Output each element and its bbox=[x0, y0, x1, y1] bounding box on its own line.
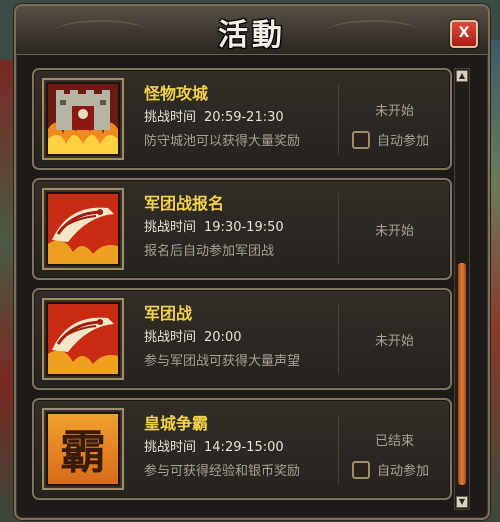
activity-thumbnail bbox=[42, 298, 124, 380]
activity-list: 怪物攻城 挑战时间 20:59-21:30 防守城池可以获得大量奖励 未开始 自动… bbox=[32, 68, 452, 508]
ba-character-text: 霸 bbox=[60, 425, 106, 479]
title-bar: 活動 X bbox=[16, 6, 488, 55]
activity-time-row: 挑战时间 19:30-19:50 bbox=[144, 216, 284, 235]
activity-time-row: 挑战时间 20:00 bbox=[144, 326, 241, 345]
time-label: 挑战时间 bbox=[144, 110, 197, 125]
time-label: 挑战时间 bbox=[144, 220, 197, 235]
dragon-banner-icon bbox=[48, 304, 118, 374]
close-button[interactable]: X bbox=[450, 20, 478, 48]
auto-join-label: 自动参加 bbox=[377, 464, 430, 479]
activity-status: 未开始 bbox=[374, 104, 414, 119]
window-title: 活動 bbox=[218, 18, 286, 53]
castle-siege-icon bbox=[48, 84, 118, 154]
auto-join-label: 自动参加 bbox=[377, 134, 430, 149]
activity-thumbnail bbox=[42, 188, 124, 270]
time-label: 挑战时间 bbox=[144, 330, 197, 345]
time-value: 20:00 bbox=[204, 330, 242, 345]
activity-card[interactable]: 军团战 挑战时间 20:00 参与军团战可获得大量声望 未开始 bbox=[32, 288, 452, 390]
activity-status: 未开始 bbox=[374, 334, 414, 349]
auto-join-checkbox[interactable] bbox=[352, 130, 370, 149]
activity-name: 军团战 bbox=[144, 304, 193, 323]
activity-thumbnail: 霸 bbox=[42, 408, 124, 490]
time-value: 20:59-21:30 bbox=[204, 110, 284, 125]
auto-join-toggle[interactable]: 自动参加 bbox=[352, 130, 429, 149]
ba-character-icon: 霸 bbox=[48, 414, 118, 484]
activity-status: 未开始 bbox=[374, 224, 414, 239]
activity-description: 防守城池可以获得大量奖励 bbox=[144, 134, 301, 149]
card-divider bbox=[338, 84, 339, 154]
activity-description: 报名后自动参加军团战 bbox=[144, 244, 275, 259]
activity-window: 活動 X 怪物攻城 挑战时间 20:59-21:30 防守城池可以获得大量奖励 … bbox=[14, 4, 490, 520]
auto-join-toggle[interactable]: 自动参加 bbox=[352, 460, 429, 479]
activity-time-row: 挑战时间 14:29-15:00 bbox=[144, 436, 284, 455]
activity-name: 怪物攻城 bbox=[144, 84, 209, 103]
activity-name: 皇城争霸 bbox=[144, 414, 209, 433]
scroll-thumb[interactable] bbox=[458, 263, 466, 485]
scroll-up-icon[interactable]: ▲ bbox=[456, 70, 468, 82]
auto-join-checkbox[interactable] bbox=[352, 460, 370, 479]
activity-card[interactable]: 军团战报名 挑战时间 19:30-19:50 报名后自动参加军团战 未开始 bbox=[32, 178, 452, 280]
activity-time-row: 挑战时间 20:59-21:30 bbox=[144, 106, 284, 125]
activity-status: 已结束 bbox=[374, 434, 414, 449]
time-value: 14:29-15:00 bbox=[204, 440, 284, 455]
time-value: 19:30-19:50 bbox=[204, 220, 284, 235]
activity-card[interactable]: 霸 皇城争霸 挑战时间 14:29-15:00 参与可获得经验和银币奖励 已结束 … bbox=[32, 398, 452, 500]
activity-card[interactable]: 怪物攻城 挑战时间 20:59-21:30 防守城池可以获得大量奖励 未开始 自动… bbox=[32, 68, 452, 170]
card-divider bbox=[338, 414, 339, 484]
activity-description: 参与军团战可获得大量声望 bbox=[144, 354, 301, 369]
activity-description: 参与可获得经验和银币奖励 bbox=[144, 464, 301, 479]
activity-thumbnail bbox=[42, 78, 124, 160]
time-label: 挑战时间 bbox=[144, 440, 197, 455]
dragon-banner-icon bbox=[48, 194, 118, 264]
activity-name: 军团战报名 bbox=[144, 194, 225, 213]
scroll-down-icon[interactable]: ▼ bbox=[456, 496, 468, 508]
scrollbar[interactable]: ▲ ▼ bbox=[454, 68, 470, 510]
